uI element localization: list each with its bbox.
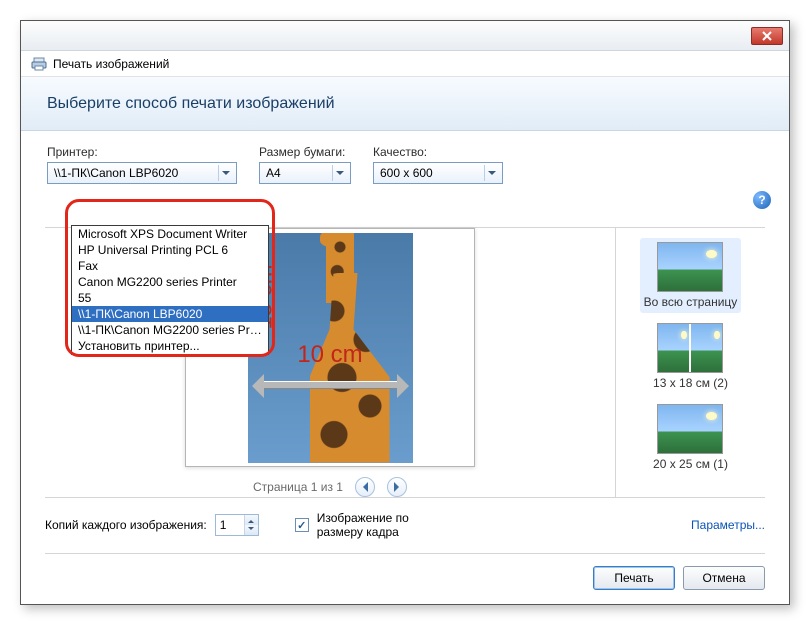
- chevron-down-icon: [484, 165, 499, 181]
- layout-thumb: [657, 242, 723, 292]
- next-page-button[interactable]: [387, 477, 407, 497]
- prev-page-button[interactable]: [355, 477, 375, 497]
- pager-text: Страница 1 из 1: [253, 480, 343, 494]
- dimension-h-arrow: [258, 373, 403, 397]
- layout-thumb: [657, 404, 723, 454]
- cancel-button[interactable]: Отмена: [683, 566, 765, 590]
- printer-combo-value: \\1-ПК\Canon LBP6020: [54, 166, 178, 180]
- paper-label: Размер бумаги:: [259, 145, 351, 159]
- close-icon: [761, 31, 773, 41]
- fit-label: Изображение по размеру кадра: [317, 511, 437, 540]
- print-button[interactable]: Печать: [593, 566, 675, 590]
- layout-thumb: [657, 323, 723, 373]
- quality-label: Качество:: [373, 145, 503, 159]
- chevron-down-icon: [218, 165, 233, 181]
- layouts-pane[interactable]: Во всю страницу 13 x 18 см (2) 20 x 25 см …: [615, 228, 765, 497]
- printer-option[interactable]: \\1-ПК\Canon MG2200 series Printer: [72, 322, 268, 338]
- banner-text: Выберите способ печати изображений: [47, 95, 335, 113]
- printer-option[interactable]: Microsoft XPS Document Writer: [72, 226, 268, 242]
- layout-label: 13 x 18 см (2): [653, 376, 728, 390]
- layout-item[interactable]: Во всю страницу: [640, 238, 742, 313]
- printer-option[interactable]: Fax: [72, 258, 268, 274]
- bottom-row: Копий каждого изображения: Изображение п…: [45, 506, 765, 544]
- params-link[interactable]: Параметры...: [691, 518, 765, 532]
- button-row: Печать Отмена: [45, 553, 765, 590]
- copies-spinner[interactable]: [215, 514, 259, 536]
- paper-combo-value: A4: [266, 166, 281, 180]
- printer-label: Принтер:: [47, 145, 237, 159]
- controls-row: Принтер: \\1-ПК\Canon LBP6020 Размер бум…: [21, 131, 789, 192]
- copies-up-button[interactable]: [245, 515, 258, 525]
- printer-option[interactable]: Установить принтер...: [72, 338, 268, 354]
- pager: Страница 1 из 1: [253, 477, 407, 497]
- chevron-down-icon: [332, 165, 347, 181]
- quality-combo-value: 600 x 600: [380, 166, 433, 180]
- titlebar: [21, 21, 789, 51]
- layout-label: Во всю страницу: [644, 295, 738, 309]
- close-button[interactable]: [751, 27, 783, 45]
- copies-input[interactable]: [216, 515, 244, 535]
- printer-icon: [31, 56, 47, 72]
- quality-combo[interactable]: 600 x 600: [373, 162, 503, 184]
- layout-item[interactable]: 20 x 25 см (1): [649, 400, 732, 475]
- preview-image: 15 cm 10 cm: [248, 233, 413, 463]
- layout-label: 20 x 25 см (1): [653, 457, 728, 471]
- layout-item[interactable]: 13 x 18 см (2): [649, 319, 732, 394]
- header-strip: Печать изображений: [21, 51, 789, 77]
- help-icon[interactable]: ?: [753, 191, 771, 209]
- printer-dropdown[interactable]: Microsoft XPS Document WriterHP Universa…: [71, 225, 269, 355]
- paper-combo[interactable]: A4: [259, 162, 351, 184]
- banner: Выберите способ печати изображений: [21, 77, 789, 131]
- dimension-h-label: 10 cm: [248, 341, 413, 369]
- copies-label: Копий каждого изображения:: [45, 518, 207, 532]
- print-dialog: Печать изображений Выберите способ печат…: [20, 20, 790, 605]
- printer-option[interactable]: HP Universal Printing PCL 6: [72, 242, 268, 258]
- printer-option[interactable]: \\1-ПК\Canon LBP6020: [72, 306, 268, 322]
- printer-option[interactable]: Canon MG2200 series Printer: [72, 274, 268, 290]
- dialog-title: Печать изображений: [53, 57, 169, 71]
- printer-option[interactable]: 55: [72, 290, 268, 306]
- copies-down-button[interactable]: [245, 525, 258, 535]
- printer-combo[interactable]: \\1-ПК\Canon LBP6020: [47, 162, 237, 184]
- fit-checkbox[interactable]: [295, 518, 309, 532]
